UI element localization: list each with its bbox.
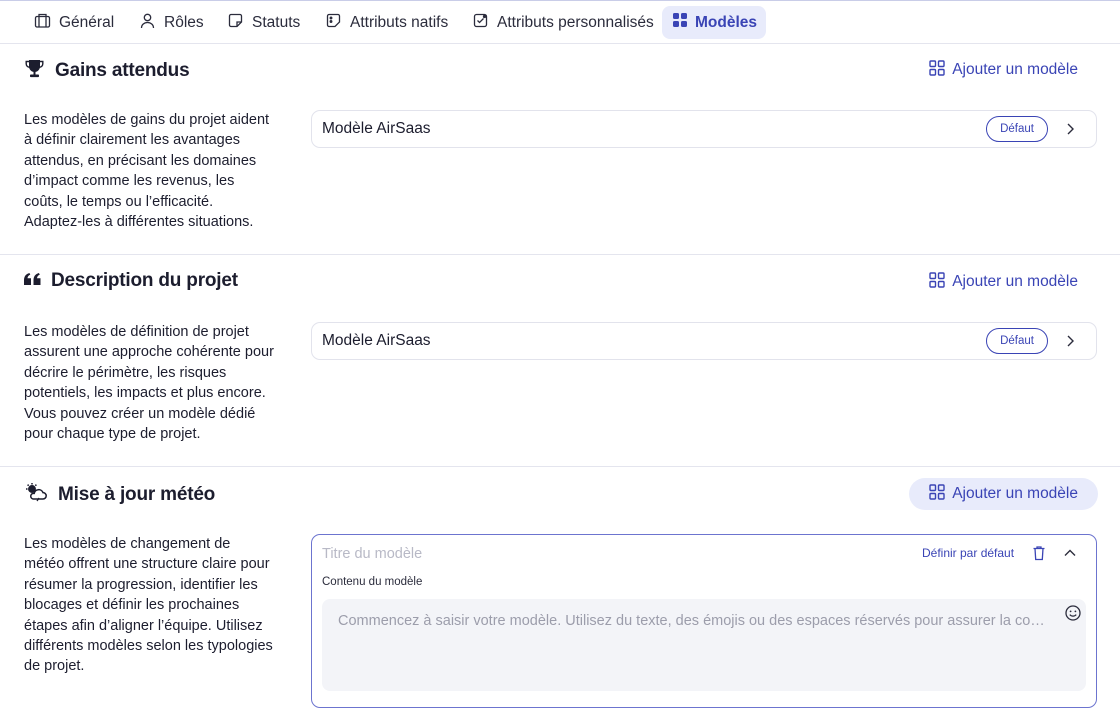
section-description: Les modèles de changement de météo offre… bbox=[24, 536, 273, 675]
template-row[interactable]: Modèle AirSaas Défaut bbox=[311, 322, 1097, 360]
tab-label: Statuts bbox=[252, 13, 301, 31]
template-row[interactable]: Modèle AirSaas Défaut bbox=[311, 110, 1097, 148]
section-header: Gains attendus bbox=[24, 58, 190, 84]
grid-icon bbox=[673, 13, 687, 32]
add-template-label: Ajouter un modèle bbox=[952, 61, 1078, 78]
settings-tab-bar: Général Rôles Statuts Attributs natifs A… bbox=[0, 1, 1120, 44]
add-template-button[interactable]: Ajouter un modèle bbox=[909, 478, 1098, 510]
section-header: Description du projet bbox=[24, 270, 238, 292]
tab-label: Attributs personnalisés bbox=[497, 13, 654, 31]
status-icon bbox=[227, 12, 244, 34]
tab-native-attributes[interactable]: Attributs natifs bbox=[317, 6, 456, 39]
quote-icon bbox=[24, 272, 41, 290]
chevron-right-icon[interactable] bbox=[1060, 331, 1080, 351]
user-icon bbox=[139, 12, 156, 34]
add-template-button[interactable]: Ajouter un modèle bbox=[909, 266, 1098, 298]
native-attributes-icon bbox=[325, 12, 342, 34]
template-content-label: Contenu du modèle bbox=[322, 576, 423, 588]
section-description: Les modèles de définition de projet assu… bbox=[24, 324, 274, 443]
add-template-label: Ajouter un modèle bbox=[952, 485, 1078, 502]
grid-outline-icon bbox=[929, 59, 945, 81]
tab-statuses[interactable]: Statuts bbox=[219, 6, 308, 39]
emoji-icon[interactable] bbox=[1064, 604, 1082, 622]
template-editor: Définir par défaut Contenu du modèle bbox=[311, 534, 1097, 708]
default-badge: Défaut bbox=[986, 328, 1048, 354]
trophy-icon bbox=[24, 58, 45, 84]
tab-label: Modèles bbox=[695, 13, 758, 31]
tab-label: Attributs natifs bbox=[350, 13, 449, 31]
tab-label: Rôles bbox=[164, 13, 204, 31]
section-project-description: Description du projet Ajouter un modèle … bbox=[0, 256, 1120, 467]
section-title: Description du projet bbox=[51, 270, 238, 291]
grid-outline-icon bbox=[929, 483, 945, 505]
grid-outline-icon bbox=[929, 271, 945, 293]
chevron-right-icon[interactable] bbox=[1060, 119, 1080, 139]
tab-label: Général bbox=[59, 13, 115, 31]
default-badge: Défaut bbox=[986, 116, 1048, 142]
trash-icon[interactable] bbox=[1029, 543, 1049, 563]
template-content-area bbox=[322, 599, 1086, 691]
template-content-input[interactable] bbox=[338, 610, 1048, 632]
chevron-up-icon[interactable] bbox=[1060, 543, 1080, 563]
tab-roles[interactable]: Rôles bbox=[131, 6, 212, 39]
set-default-button[interactable]: Définir par défaut bbox=[922, 546, 1014, 560]
tab-general[interactable]: Général bbox=[26, 6, 122, 39]
template-title-input[interactable] bbox=[322, 544, 862, 564]
building-icon bbox=[34, 12, 51, 34]
section-expected-gains: Gains attendus Ajouter un modèle Les mod… bbox=[0, 44, 1120, 255]
section-header: Mise à jour météo bbox=[24, 482, 215, 507]
weather-icon bbox=[24, 482, 48, 507]
section-title: Gains attendus bbox=[55, 60, 190, 81]
section-title: Mise à jour météo bbox=[58, 483, 216, 505]
template-name: Modèle AirSaas bbox=[322, 332, 431, 349]
section-description: Les modèles de gains du projet aident à … bbox=[24, 112, 270, 231]
custom-attributes-icon bbox=[472, 12, 489, 34]
tab-templates[interactable]: Modèles bbox=[662, 6, 767, 39]
add-template-label: Ajouter un modèle bbox=[952, 273, 1078, 290]
section-weather-update: Mise à jour météo Ajouter un modèle Les … bbox=[0, 468, 1120, 719]
tab-custom-attributes[interactable]: Attributs personnalisés bbox=[464, 6, 662, 39]
add-template-button[interactable]: Ajouter un modèle bbox=[909, 54, 1098, 86]
template-name: Modèle AirSaas bbox=[322, 120, 431, 137]
